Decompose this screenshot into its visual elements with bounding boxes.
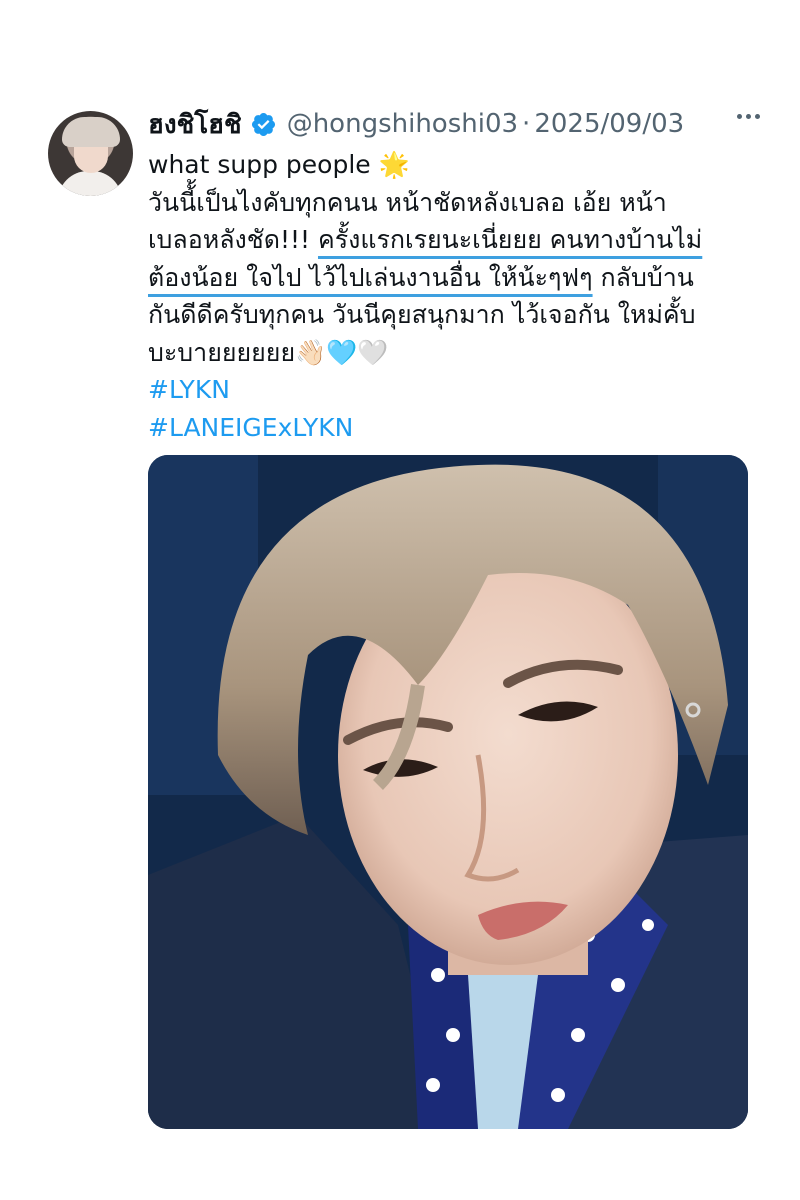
white-heart-emoji-icon: 🤍 [357, 337, 389, 367]
selfie-illustration [148, 455, 748, 1129]
highlighted-text: ครั้งแรกเรยนะเนี่ยยย คนทางบ้านไม่ [317, 225, 703, 254]
tweet-header: ฮงชิโฮชิ @hongshihoshi03 · 2025/09/03 [148, 104, 760, 144]
text-segment: บะบายยยยยย [148, 337, 296, 367]
hashtag-link[interactable]: #LYKN [148, 371, 748, 409]
star-emoji-icon: 🌟 [378, 150, 410, 179]
display-name[interactable]: ฮงชิโฮชิ [148, 104, 242, 145]
text-segment: กลับบ้าน [592, 262, 694, 292]
avatar-shirt [58, 171, 122, 196]
more-options-icon[interactable] [737, 114, 760, 119]
separator-dot: · [522, 109, 531, 139]
more-dot [755, 114, 760, 119]
highlighted-text: ต้องน้อย ใจไป ไว้ไปเล่นงานอื่น ให้น้ะๆฟๆ [148, 262, 593, 292]
text-line: วันนี้้เป็นไงคับทุกคนน หน้าชัดหลังเบลอ เ… [148, 184, 748, 222]
more-dot [746, 114, 751, 119]
user-handle[interactable]: @hongshihoshi03 [287, 109, 518, 139]
tweet-photo[interactable] [148, 455, 748, 1129]
text-segment: วันนี้้เป็นไงคับทุกคนน หน้าชัดหลังเบลอ เ… [148, 187, 667, 217]
text-line: what supp people 🌟 [148, 146, 748, 184]
text-line: เบลอหลังชัด!!! ครั้งแรกเรยนะเนี่ยยย คนทา… [148, 221, 748, 259]
text-segment: what supp people [148, 150, 379, 179]
text-segment: กันดีดีครับทุกคน วันนีคุยสนุกมาก ไว้เจอก… [148, 300, 696, 329]
avatar[interactable] [48, 111, 133, 196]
tweet-date[interactable]: 2025/09/03 [534, 109, 684, 139]
waving-hand-emoji-icon: 👋🏻 [295, 337, 327, 367]
more-dot [737, 114, 742, 119]
hashtag-link[interactable]: #LANEIGExLYKN [148, 409, 748, 447]
text-line: กันดีดีครับทุกคน วันนีคุยสนุกมาก ไว้เจอก… [148, 296, 748, 334]
tweet-text: what supp people 🌟 วันนี้้เป็นไงคับทุกคน… [148, 146, 748, 446]
text-segment: เบลอหลังชัด!!! [148, 225, 318, 254]
avatar-hair [62, 117, 120, 147]
light-blue-heart-emoji-icon: 🩵 [326, 337, 358, 367]
text-line: ต้องน้อย ใจไป ไว้ไปเล่นงานอื่น ให้น้ะๆฟๆ… [148, 259, 748, 297]
verified-badge-icon[interactable] [250, 111, 277, 138]
text-line: บะบายยยยยย👋🏻🩵🤍 [148, 334, 748, 372]
